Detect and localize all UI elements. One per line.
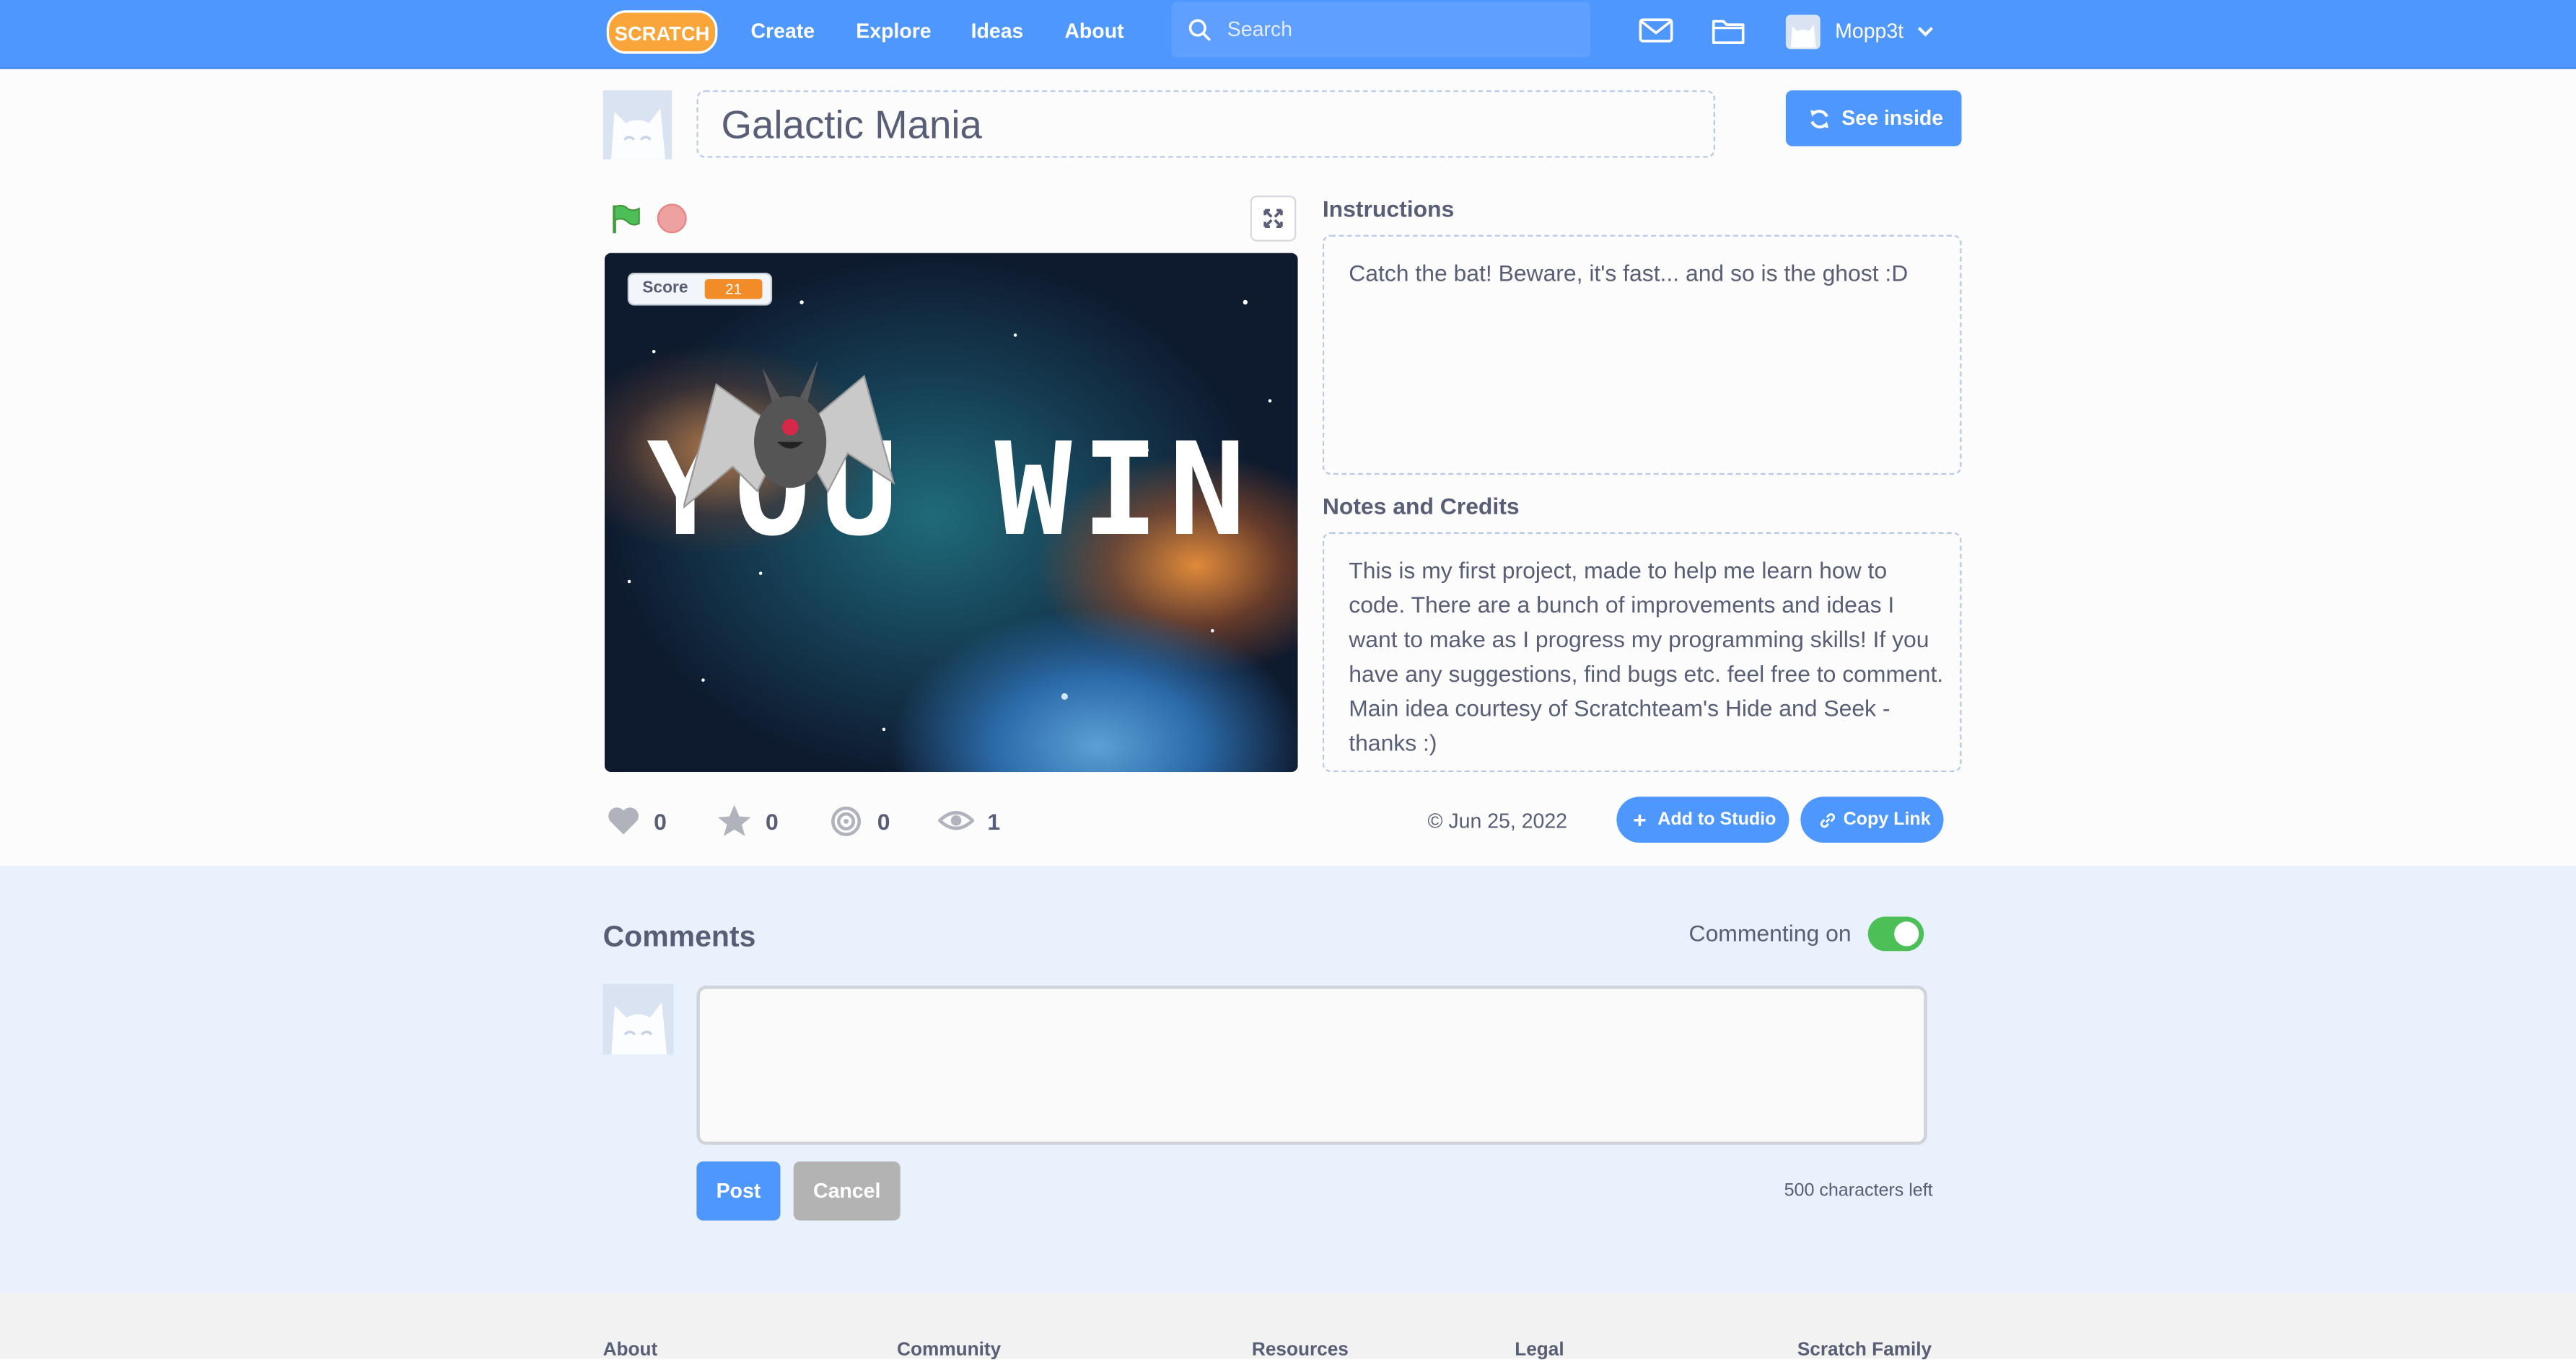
green-flag-icon[interactable] [610,202,643,235]
username[interactable]: Mopp3t [1835,0,1903,63]
search-icon [1188,19,1211,41]
instructions-field[interactable]: Catch the bat! Beware, it's fast... and … [1322,234,1962,475]
see-inside-label: See inside [1841,106,1944,130]
view-count: 1 [987,808,1001,835]
project-stage[interactable]: YOU WIN Score 21 [604,253,1298,773]
footer-scratch-family[interactable]: Scratch Family [1797,1341,1932,1360]
score-monitor: Score 21 [627,272,773,306]
bat-sprite-icon [683,359,895,509]
footer-resources[interactable]: Resources [1252,1341,1349,1360]
nav-ideas[interactable]: Ideas [971,0,1024,66]
cancel-button[interactable]: Cancel [793,1161,901,1221]
cat-avatar-icon [611,1002,667,1055]
copy-link-label: Copy Link [1843,810,1931,830]
notes-field[interactable]: This is my first project, made to help m… [1322,532,1962,773]
footer-community[interactable]: Community [897,1341,1001,1360]
notes-text: This is my first project, made to help m… [1349,556,1944,756]
commenting-label: Commenting on [1688,920,1852,947]
scratch-logo[interactable]: SCRATCH [606,10,718,54]
fullscreen-icon [1263,209,1283,229]
favorite-count: 0 [765,808,779,835]
characters-left: 500 characters left [1784,1181,1933,1201]
see-inside-button[interactable]: See inside [1785,90,1962,146]
cat-avatar-icon [1790,25,1817,48]
nav-explore[interactable]: Explore [856,0,931,66]
footer: About Community Resources Legal Scratch … [0,1292,2576,1360]
notes-heading: Notes and Credits [1322,493,1520,519]
remix-count: 0 [877,808,890,835]
top-nav: SCRATCH Create Explore Ideas About Searc… [0,0,2576,69]
shared-date: © Jun 25, 2022 [1427,810,1568,833]
project-author-avatar[interactable] [603,90,673,159]
svg-text:SCRATCH: SCRATCH [615,22,710,45]
post-button[interactable]: Post [696,1161,781,1221]
remix-arrows-icon [1810,110,1829,128]
commenter-avatar [603,983,674,1055]
toggle-knob [1894,921,1919,947]
add-to-studio-label: Add to Studio [1657,810,1777,830]
my-stuff-folder-icon[interactable] [1709,13,1748,49]
comment-textarea[interactable] [696,986,1927,1145]
remix-spiral-icon [831,806,862,836]
messages-icon[interactable] [1637,13,1676,49]
commenting-toggle[interactable] [1867,916,1924,952]
project-title: Galactic Mania [721,103,982,148]
user-avatar[interactable] [1785,14,1821,50]
chevron-down-icon[interactable] [1917,25,1934,38]
plus-icon: + [1633,806,1647,833]
fullscreen-button[interactable] [1250,195,1297,242]
project-title-field[interactable]: Galactic Mania [696,90,1715,158]
score-monitor-value: 21 [704,279,763,299]
score-monitor-label: Score [642,279,688,298]
search-placeholder: Search [1227,18,1292,41]
stop-sign-icon[interactable] [657,203,687,234]
copy-link-button[interactable]: Copy Link [1800,797,1944,843]
link-icon [1820,813,1836,828]
eye-icon [938,811,975,830]
instructions-text: Catch the bat! Beware, it's fast... and … [1349,259,1909,286]
instructions-heading: Instructions [1322,195,1455,222]
love-count: 0 [654,808,667,835]
footer-legal[interactable]: Legal [1515,1341,1564,1360]
search-input[interactable]: Search [1171,1,1590,58]
add-to-studio-button[interactable]: + Add to Studio [1616,797,1789,843]
footer-about[interactable]: About [603,1341,658,1360]
star-icon[interactable] [717,803,753,838]
cat-avatar-icon [610,108,666,159]
nav-create[interactable]: Create [750,0,815,66]
nav-about[interactable]: About [1064,0,1123,66]
comments-heading: Comments [603,920,756,953]
heart-icon[interactable] [606,803,641,838]
